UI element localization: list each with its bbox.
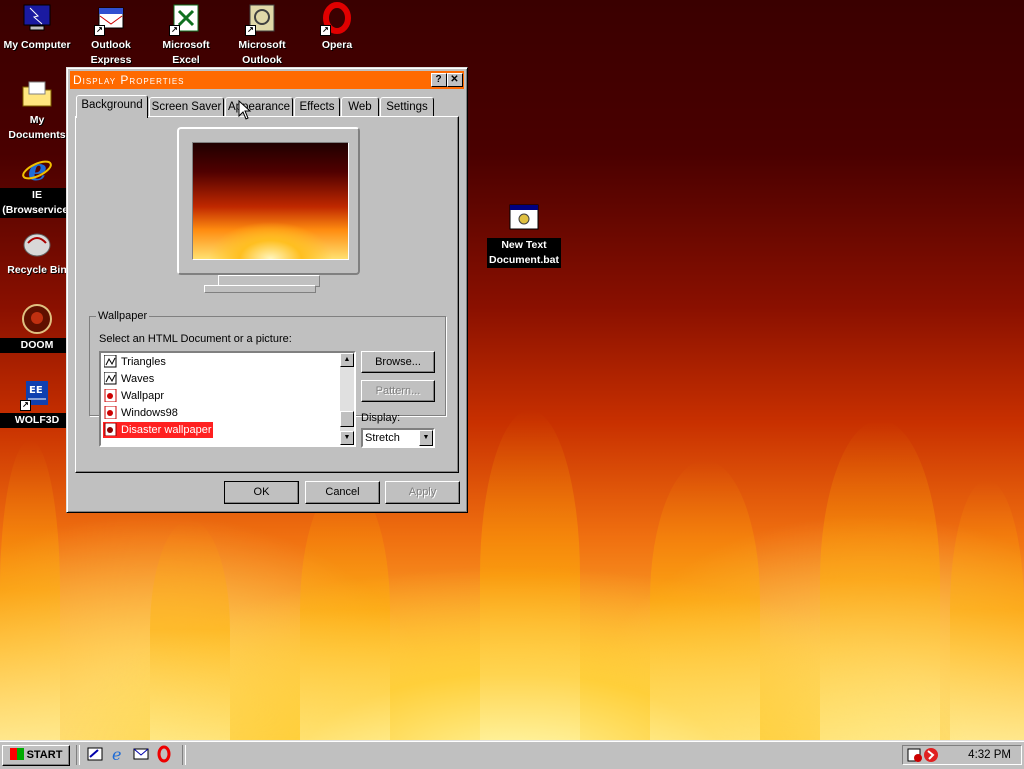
desktop-icon-outlook-express[interactable]: ↗ Outlook Express <box>74 2 148 68</box>
title-bar[interactable]: Display Properties ? ✕ <box>70 71 464 89</box>
ok-button[interactable]: OK <box>224 481 299 504</box>
ie-icon[interactable]: e <box>109 745 127 764</box>
list-item[interactable]: Waves <box>103 371 154 387</box>
chevron-down-icon[interactable]: ▼ <box>419 430 433 446</box>
wallpaper-flame <box>950 480 1024 740</box>
opera-icon: ↗ <box>320 2 354 36</box>
scheduler-icon[interactable] <box>907 747 923 766</box>
clock[interactable]: 4:32 PM <box>968 749 1011 761</box>
help-button[interactable]: ? <box>431 73 447 87</box>
list-item[interactable]: Wallpapr <box>103 388 164 404</box>
tab-web[interactable]: Web <box>341 97 379 117</box>
display-select[interactable]: Stretch ▼ <box>361 428 435 448</box>
wallpaper-flame <box>300 480 390 740</box>
outlook-icon: ↗ <box>245 2 279 36</box>
list-scrollbar[interactable]: ▲ ▼ <box>340 353 354 445</box>
show-desktop-icon[interactable] <box>86 745 104 763</box>
taskbar-separator <box>76 745 80 765</box>
apply-button[interactable]: Apply <box>385 481 460 504</box>
computer-icon <box>20 2 54 36</box>
mouse-cursor-icon <box>238 100 252 120</box>
desktop-icon-excel[interactable]: ↗ Microsoft Excel <box>149 2 223 68</box>
monitor-base <box>204 285 316 293</box>
start-button[interactable]: Start <box>2 745 70 766</box>
monitor-preview <box>177 127 360 275</box>
desktop-icon-recycle-bin[interactable]: Recycle Bin <box>0 227 74 278</box>
display-label: Display: <box>361 412 401 424</box>
svg-text:e: e <box>28 153 47 186</box>
tab-appearance[interactable]: Appearance <box>225 97 293 117</box>
display-select-value: Stretch <box>365 432 400 444</box>
wallpaper-flame <box>0 440 60 740</box>
scroll-up-button[interactable]: ▲ <box>340 353 354 367</box>
tab-effects[interactable]: Effects <box>294 97 340 117</box>
tab-screen-saver[interactable]: Screen Saver <box>149 97 224 117</box>
outlook-express-icon: ↗ <box>94 2 128 36</box>
display-properties-window[interactable]: Display Properties ? ✕ Background Screen… <box>66 67 468 513</box>
taskbar-separator <box>182 745 186 765</box>
windows-logo-icon <box>9 748 24 760</box>
desktop-icon-doom[interactable]: DOOM <box>0 302 74 353</box>
wallpaper-list[interactable]: Triangles Waves Wallpapr Windows98 Disas… <box>99 351 356 447</box>
cancel-button[interactable]: Cancel <box>305 481 380 504</box>
ie-icon: e <box>20 152 54 188</box>
scroll-down-button[interactable]: ▼ <box>340 431 354 445</box>
select-label: Select an HTML Document or a picture: <box>99 333 292 345</box>
wolf3d-icon: EE ↗ <box>20 377 54 411</box>
desktop-icon-wolf3d[interactable]: EE ↗ WOLF3D <box>0 377 74 428</box>
bitmap-icon <box>103 371 117 385</box>
bitmap-icon <box>103 354 117 368</box>
volume-icon[interactable] <box>923 747 939 766</box>
scroll-thumb[interactable] <box>340 411 354 427</box>
tab-settings[interactable]: Settings <box>380 97 434 117</box>
taskbar: Start e 4:32 PM <box>0 740 1024 769</box>
wallpaper-group-label: Wallpaper <box>98 310 148 322</box>
desktop-icon-ie[interactable]: e IE (Browservice) <box>0 152 74 218</box>
outlook-express-icon[interactable] <box>132 745 150 763</box>
desktop-icon-opera[interactable]: ↗ Opera <box>300 2 374 53</box>
recycle-bin-icon <box>20 227 54 261</box>
system-tray: 4:32 PM <box>902 745 1022 765</box>
window-title: Display Properties <box>73 73 185 87</box>
opera-icon[interactable] <box>155 745 173 763</box>
desktop-icon-my-documents[interactable]: My Documents <box>0 77 74 143</box>
folder-icon <box>20 77 54 111</box>
list-item-selected[interactable]: Disaster wallpaper <box>103 422 214 438</box>
batch-file-icon <box>507 202 541 236</box>
wallpaper-flame <box>150 520 230 740</box>
list-item[interactable]: Triangles <box>103 354 166 370</box>
wallpaper-flame <box>820 420 940 740</box>
pattern-button[interactable]: Pattern... <box>361 380 435 402</box>
svg-text:e: e <box>112 745 121 763</box>
close-button[interactable]: ✕ <box>447 73 463 87</box>
html-document-icon <box>104 405 117 420</box>
wallpaper-flame <box>480 410 580 740</box>
doom-icon <box>20 302 54 336</box>
desktop-icon-my-computer[interactable]: My Computer <box>0 2 74 53</box>
desktop-icon-outlook[interactable]: ↗ Microsoft Outlook <box>225 2 299 68</box>
browse-button[interactable]: Browse... <box>361 351 435 373</box>
desktop-icon-new-text-document-bat[interactable]: New Text Document.bat <box>487 202 562 268</box>
list-item[interactable]: Windows98 <box>103 405 178 421</box>
html-document-icon <box>104 388 117 403</box>
wallpaper-preview <box>192 142 349 260</box>
svg-text:EE: EE <box>29 385 43 396</box>
wallpaper-flame <box>650 460 760 740</box>
excel-icon: ↗ <box>169 2 203 36</box>
html-document-icon <box>104 422 117 437</box>
tab-background[interactable]: Background <box>76 95 148 118</box>
